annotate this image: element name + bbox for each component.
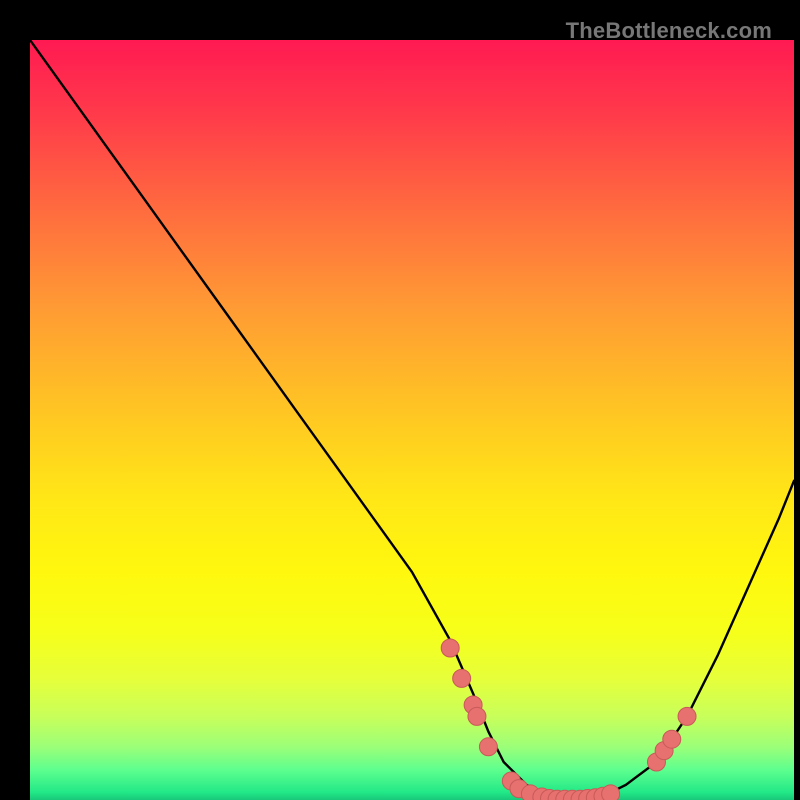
plot-area xyxy=(30,40,794,800)
data-dot xyxy=(479,738,497,756)
data-dot xyxy=(468,707,486,725)
data-dot xyxy=(441,639,459,657)
chart-overlay xyxy=(30,40,794,800)
data-dot xyxy=(453,669,471,687)
data-dot xyxy=(602,785,620,800)
data-dot xyxy=(663,730,681,748)
data-dots xyxy=(441,639,696,800)
bottleneck-curve xyxy=(30,40,794,800)
watermark-text: TheBottleneck.com xyxy=(566,18,772,44)
data-dot xyxy=(678,707,696,725)
chart-frame: TheBottleneck.com xyxy=(12,12,788,788)
